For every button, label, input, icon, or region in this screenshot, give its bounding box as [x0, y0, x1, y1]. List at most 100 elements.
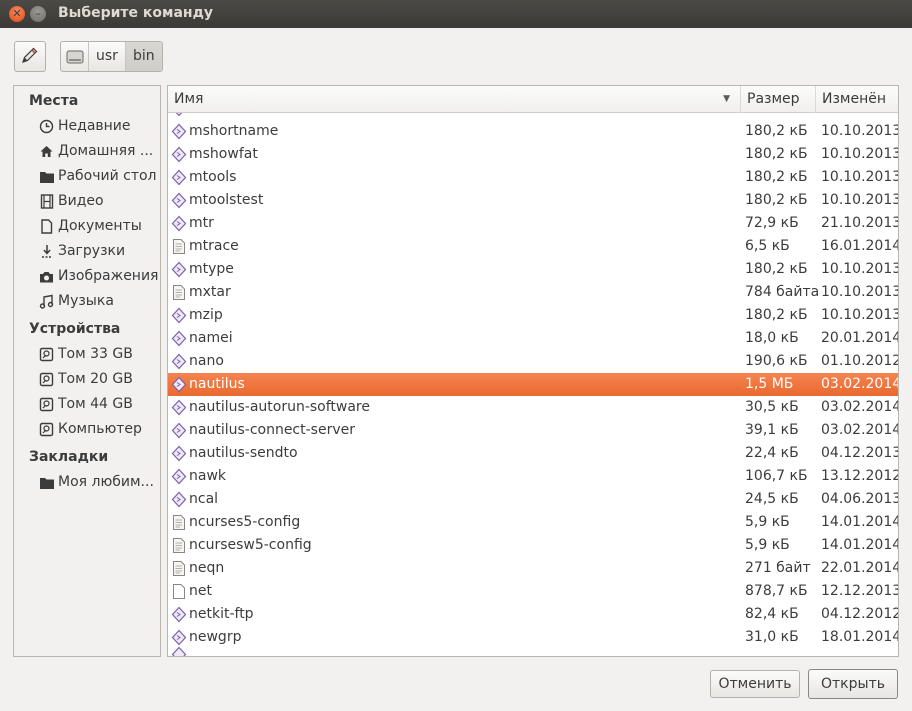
file-name: mtrace: [189, 238, 239, 254]
file-modified: 10.10.2013: [821, 307, 898, 323]
edit-location-button[interactable]: [14, 41, 46, 72]
file-size: 5,9 кБ: [745, 514, 790, 530]
sidebar-item-music[interactable]: Музыка: [14, 289, 160, 314]
table-row[interactable]: mtr 72,9 кБ 21.10.2013: [168, 212, 898, 235]
sidebar-item-label: Рабочий стол: [58, 168, 157, 184]
sidebar-item-volume-44[interactable]: Том 44 GB: [14, 392, 160, 417]
sidebar-item-downloads[interactable]: Загрузки: [14, 239, 160, 264]
path-bar: usr bin: [60, 41, 163, 72]
file-size: 271 байт: [745, 560, 811, 576]
executable-icon: [171, 215, 187, 232]
cancel-button[interactable]: Отменить: [710, 670, 800, 698]
table-row[interactable]: mtoolstest 180,2 кБ 10.10.2013: [168, 189, 898, 212]
file-modified: 03.02.2014: [821, 422, 898, 438]
sidebar-item-volume-20[interactable]: Том 20 GB: [14, 367, 160, 392]
table-row[interactable]: ncal 24,5 кБ 04.06.2013: [168, 488, 898, 511]
drive-icon: [38, 421, 55, 438]
sidebar-item-label: Том 33 GB: [58, 346, 133, 362]
table-row-partial[interactable]: [168, 113, 898, 120]
table-row[interactable]: ncurses5-config 5,9 кБ 14.01.2014: [168, 511, 898, 534]
file-modified: 10.10.2013: [821, 192, 898, 208]
sidebar-item-pictures[interactable]: Изображения: [14, 264, 160, 289]
file-modified: 10.10.2013: [821, 146, 898, 162]
file-list-header: Имя ▼ Размер Изменён: [168, 86, 898, 113]
executable-icon: [171, 468, 187, 485]
file-name: nautilus: [189, 376, 245, 392]
path-root-button[interactable]: [61, 42, 89, 71]
table-row[interactable]: mshortname 180,2 кБ 10.10.2013: [168, 120, 898, 143]
script-file-icon: [173, 538, 185, 553]
pencil-icon: [22, 47, 38, 63]
file-size: 878,7 кБ: [745, 583, 808, 599]
table-row[interactable]: ncursesw5-config 5,9 кБ 14.01.2014: [168, 534, 898, 557]
sidebar-item-home[interactable]: Домашняя ...: [14, 139, 160, 164]
file-size: 72,9 кБ: [745, 215, 799, 231]
sidebar-item-label: Видео: [58, 193, 104, 209]
column-header-modified[interactable]: Изменён: [816, 86, 898, 113]
window-title: Выберите команду: [58, 5, 214, 21]
path-bin-button[interactable]: bin: [125, 42, 162, 71]
table-row[interactable]: mxtar 784 байта 10.10.2013: [168, 281, 898, 304]
table-row[interactable]: nawk 106,7 кБ 13.12.2012: [168, 465, 898, 488]
file-modified: 14.01.2014: [821, 537, 898, 553]
table-row[interactable]: mtools 180,2 кБ 10.10.2013: [168, 166, 898, 189]
sidebar-item-desktop[interactable]: Рабочий стол: [14, 164, 160, 189]
sidebar-item-bookmark[interactable]: Моя любим...: [14, 470, 160, 495]
executable-icon: [175, 113, 183, 117]
file-modified: 04.12.2012: [821, 606, 898, 622]
file-size: 106,7 кБ: [745, 468, 808, 484]
sidebar-item-computer[interactable]: Компьютер: [14, 417, 160, 442]
file-size: 5,9 кБ: [745, 537, 790, 553]
table-row[interactable]: newgrp 31,0 кБ 18.01.2014: [168, 626, 898, 649]
table-row[interactable]: nano 190,6 кБ 01.10.2012: [168, 350, 898, 373]
executable-icon: [171, 146, 187, 163]
close-button[interactable]: ✕: [9, 6, 25, 22]
file-modified: 10.10.2013: [821, 261, 898, 277]
table-row[interactable]: neqn 271 байт 22.01.2014: [168, 557, 898, 580]
file-name: mzip: [189, 307, 223, 323]
executable-icon: [171, 376, 187, 393]
clock-icon: [38, 118, 55, 135]
path-usr-button[interactable]: usr: [89, 42, 126, 71]
script-file-icon: [173, 285, 185, 300]
file-rows: mshortname 180,2 кБ 10.10.2013 mshowfat 180,…: [168, 113, 898, 656]
minimize-button[interactable]: –: [30, 6, 46, 22]
table-row[interactable]: mtype 180,2 кБ 10.10.2013: [168, 258, 898, 281]
file-size: 784 байта: [745, 284, 820, 300]
table-row[interactable]: mshowfat 180,2 кБ 10.10.2013: [168, 143, 898, 166]
table-row[interactable]: nautilus-sendto 22,4 кБ 04.12.2013: [168, 442, 898, 465]
script-file-icon: [173, 561, 185, 576]
table-row[interactable]: net 878,7 кБ 12.12.2013: [168, 580, 898, 603]
document-icon: [38, 218, 55, 235]
table-row-selected[interactable]: nautilus 1,5 МБ 03.02.2014: [168, 373, 898, 396]
table-row[interactable]: mtrace 6,5 кБ 16.01.2014: [168, 235, 898, 258]
file-name: nano: [189, 353, 224, 369]
file-modified: 12.12.2013: [821, 583, 898, 599]
file-size: 18,0 кБ: [745, 330, 799, 346]
table-row[interactable]: namei 18,0 кБ 20.01.2014: [168, 327, 898, 350]
table-row[interactable]: nautilus-autorun-software 30,5 кБ 03.02.20…: [168, 396, 898, 419]
camera-icon: [38, 268, 55, 285]
column-header-name[interactable]: Имя ▼: [168, 86, 741, 113]
file-name: nautilus-autorun-software: [189, 399, 370, 415]
column-name-label: Имя: [174, 91, 204, 107]
sidebar-item-recent[interactable]: Недавние: [14, 114, 160, 139]
music-icon: [38, 293, 55, 310]
executable-icon: [171, 192, 187, 209]
titlebar: ✕ – Выберите команду: [0, 0, 912, 28]
table-row[interactable]: nautilus-connect-server 39,1 кБ 03.02.2014: [168, 419, 898, 442]
column-header-size[interactable]: Размер: [741, 86, 816, 113]
sidebar-item-volume-33[interactable]: Том 33 GB: [14, 342, 160, 367]
sidebar-item-documents[interactable]: Документы: [14, 214, 160, 239]
table-row[interactable]: netkit-ftp 82,4 кБ 04.12.2012: [168, 603, 898, 626]
file-name: mtr: [189, 215, 214, 231]
executable-icon: [171, 422, 187, 439]
table-row[interactable]: mzip 180,2 кБ 10.10.2013: [168, 304, 898, 327]
file-modified: 14.01.2014: [821, 514, 898, 530]
file-list: Имя ▼ Размер Изменён mshortname 180,2 кБ 1…: [167, 85, 899, 657]
sidebar-item-label: Том 20 GB: [58, 371, 133, 387]
open-button[interactable]: Открыть: [808, 669, 898, 699]
file-size: 190,6 кБ: [745, 353, 808, 369]
script-file-icon: [173, 239, 185, 254]
sidebar-item-videos[interactable]: Видео: [14, 189, 160, 214]
